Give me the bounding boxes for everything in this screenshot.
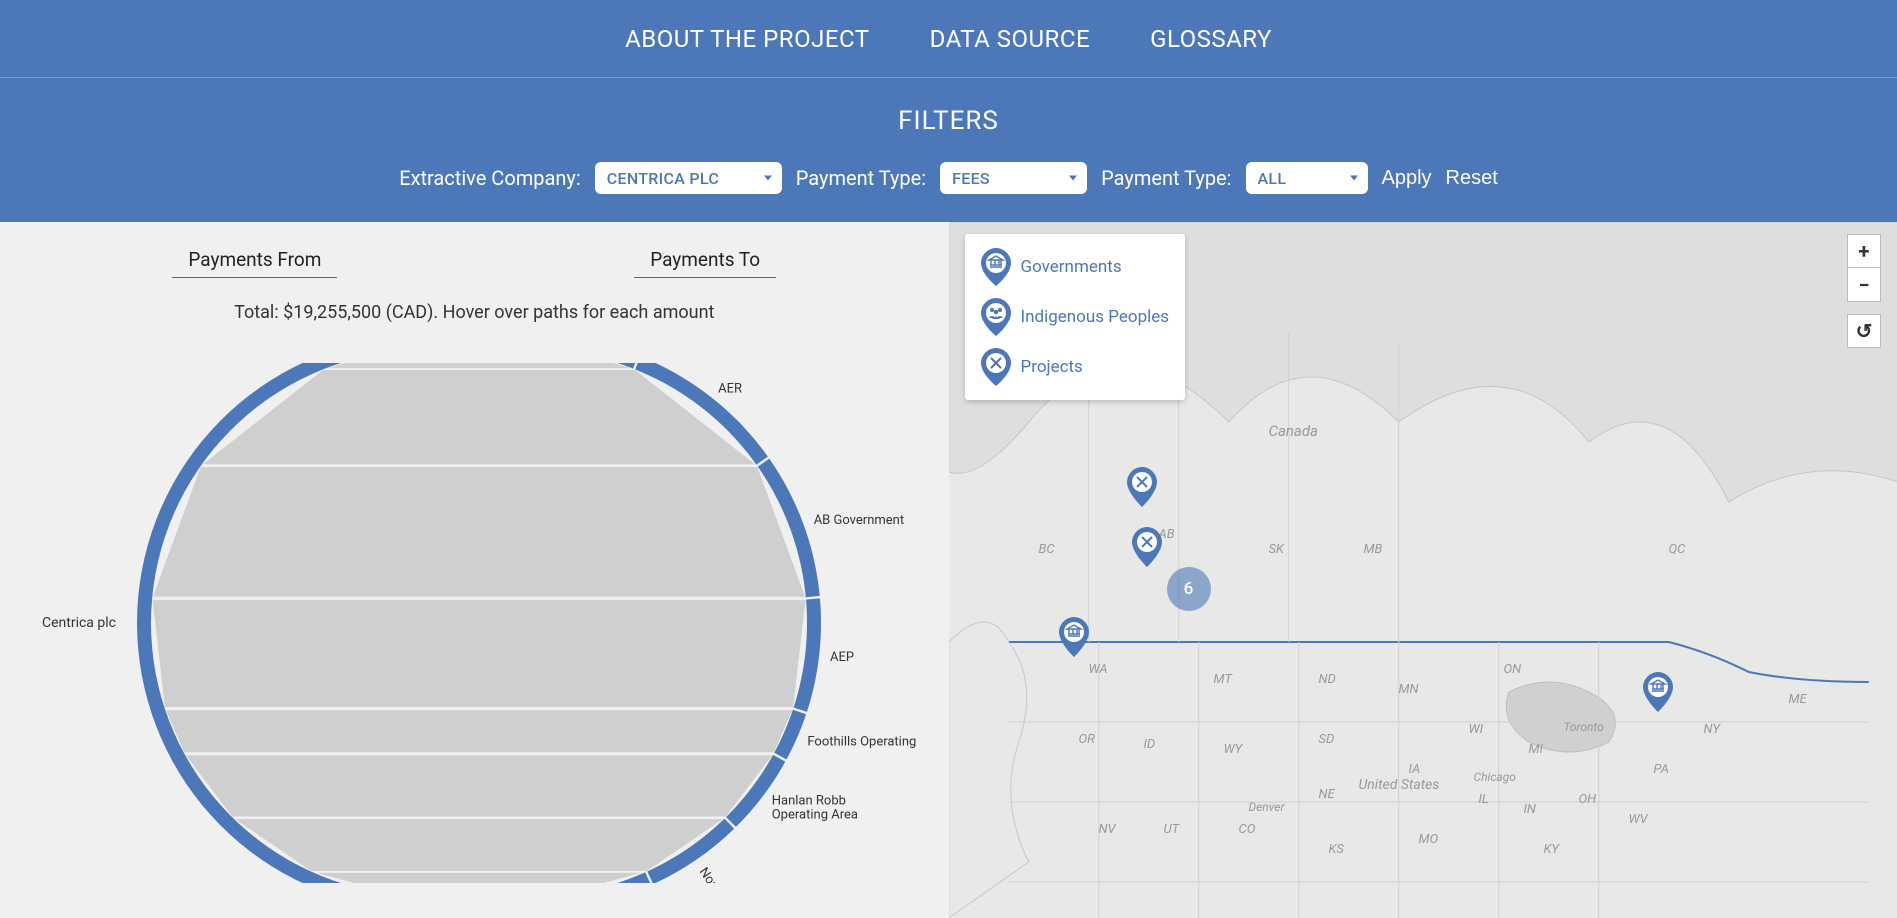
map-label-canada: Canada bbox=[1269, 422, 1318, 440]
map-label-mt: MT bbox=[1214, 672, 1232, 687]
map-label-qc: QC bbox=[1669, 542, 1686, 557]
map-label-toronto: Toronto bbox=[1564, 720, 1604, 734]
company-label: Extractive Company: bbox=[399, 166, 581, 190]
legend-gov-label: Governments bbox=[1021, 257, 1122, 277]
map-label-me: ME bbox=[1789, 692, 1807, 707]
map-marker-project[interactable] bbox=[1127, 467, 1157, 511]
map-label-il: IL bbox=[1479, 792, 1489, 807]
payments-from-header: Payments From bbox=[172, 248, 337, 278]
map-controls: + − ↺ bbox=[1847, 234, 1881, 348]
chart-total: Total: $19,255,500 (CAD). Hover over pat… bbox=[24, 302, 925, 323]
svg-text:AB Government: AB Government bbox=[814, 513, 904, 528]
paytype-label: Payment Type: bbox=[796, 166, 926, 190]
map-label-wi: WI bbox=[1469, 722, 1484, 737]
map-label-wy: WY bbox=[1224, 742, 1243, 757]
nav-about[interactable]: ABOUT THE PROJECT bbox=[625, 25, 869, 53]
map-label-or: OR bbox=[1079, 732, 1095, 747]
nav-data-source[interactable]: DATA SOURCE bbox=[930, 25, 1091, 53]
svg-text:North Operating Area: North Operating Area bbox=[696, 865, 777, 883]
paytype2-select[interactable]: ALL bbox=[1246, 162, 1368, 194]
legend-projects[interactable]: Projects bbox=[981, 342, 1170, 392]
map-label-sd: SD bbox=[1319, 732, 1335, 747]
filter-bar: FILTERS Extractive Company: CENTRICA PLC… bbox=[0, 78, 1897, 222]
map-label-co: CO bbox=[1239, 822, 1256, 837]
map-label-us: United States bbox=[1359, 777, 1440, 793]
map-label-in: IN bbox=[1524, 802, 1536, 817]
map-label-mo: MO bbox=[1419, 832, 1439, 847]
content: Payments From Payments To Total: $19,255… bbox=[0, 222, 1897, 918]
svg-text:AER: AER bbox=[718, 382, 742, 397]
rotate-button[interactable]: ↺ bbox=[1847, 314, 1881, 348]
zoom-in-button[interactable]: + bbox=[1847, 234, 1881, 268]
map-label-sk: SK bbox=[1269, 542, 1284, 557]
legend-projects-label: Projects bbox=[1021, 357, 1083, 377]
legend-governments[interactable]: Governments bbox=[981, 242, 1170, 292]
map-label-on: ON bbox=[1504, 662, 1522, 677]
svg-text:AEP: AEP bbox=[830, 650, 854, 665]
sankey-chart[interactable]: Centrica plcMinistry of Energy& MinesMin… bbox=[24, 363, 925, 883]
map-label-chicago: Chicago bbox=[1474, 770, 1516, 784]
map-label-ia: IA bbox=[1409, 762, 1421, 777]
sankey-panel: Payments From Payments To Total: $19,255… bbox=[0, 222, 949, 918]
chart-headers: Payments From Payments To bbox=[24, 248, 925, 278]
map-label-bc: BC bbox=[1039, 542, 1055, 557]
people-icon bbox=[981, 298, 1011, 336]
map-label-denver: Denver bbox=[1249, 800, 1285, 814]
map-cluster[interactable]: 6 bbox=[1167, 567, 1211, 611]
map-label-oh: OH bbox=[1579, 792, 1597, 807]
svg-text:Foothills Operating: Foothills Operating bbox=[807, 735, 916, 750]
map-label-nv: NV bbox=[1099, 822, 1116, 837]
nav-glossary[interactable]: GLOSSARY bbox=[1150, 25, 1272, 53]
map-label-ny: NY bbox=[1704, 722, 1720, 737]
legend-indigenous-label: Indigenous Peoples bbox=[1021, 307, 1170, 327]
paytype2-label: Payment Type: bbox=[1101, 166, 1231, 190]
zoom-out-button[interactable]: − bbox=[1847, 268, 1881, 302]
government-icon bbox=[981, 248, 1011, 286]
map-label-wv: WV bbox=[1629, 812, 1648, 827]
map-label-mi: MI bbox=[1529, 742, 1543, 757]
filter-title: FILTERS bbox=[898, 106, 999, 136]
map-label-mb: MB bbox=[1364, 542, 1383, 557]
map-marker-project[interactable] bbox=[1132, 527, 1162, 571]
map-label-wa: WA bbox=[1089, 662, 1108, 677]
apply-button[interactable]: Apply bbox=[1382, 167, 1432, 190]
map-label-mn: MN bbox=[1399, 682, 1419, 697]
company-select[interactable]: CENTRICA PLC bbox=[595, 162, 782, 194]
map-label-ne: NE bbox=[1319, 787, 1335, 802]
map-marker-government[interactable] bbox=[1643, 672, 1673, 716]
map-label-nd: ND bbox=[1319, 672, 1336, 687]
paytype-select[interactable]: FEES bbox=[940, 162, 1087, 194]
map-label-ut: UT bbox=[1164, 822, 1180, 837]
hammer-icon bbox=[981, 348, 1011, 386]
map-label-ky: KY bbox=[1544, 842, 1559, 857]
filter-row: Extractive Company: CENTRICA PLC Payment… bbox=[399, 162, 1498, 194]
map-marker-government[interactable] bbox=[1059, 617, 1089, 661]
svg-text:Hanlan RobbOperating Area: Hanlan RobbOperating Area bbox=[772, 794, 858, 823]
svg-text:Centrica plc: Centrica plc bbox=[42, 615, 116, 631]
legend-indigenous[interactable]: Indigenous Peoples bbox=[981, 292, 1170, 342]
map-legend: Governments Indigenous Peoples Projects bbox=[965, 234, 1186, 400]
reset-button[interactable]: Reset bbox=[1446, 167, 1498, 190]
map-label-pa: PA bbox=[1654, 762, 1669, 777]
payments-to-header: Payments To bbox=[634, 248, 776, 278]
top-nav: ABOUT THE PROJECT DATA SOURCE GLOSSARY bbox=[0, 0, 1897, 78]
map-label-ks: KS bbox=[1329, 842, 1344, 857]
map-label-id: ID bbox=[1144, 737, 1156, 752]
map-panel[interactable]: Canada BC AB SK MB ON QC United States W… bbox=[949, 222, 1897, 918]
